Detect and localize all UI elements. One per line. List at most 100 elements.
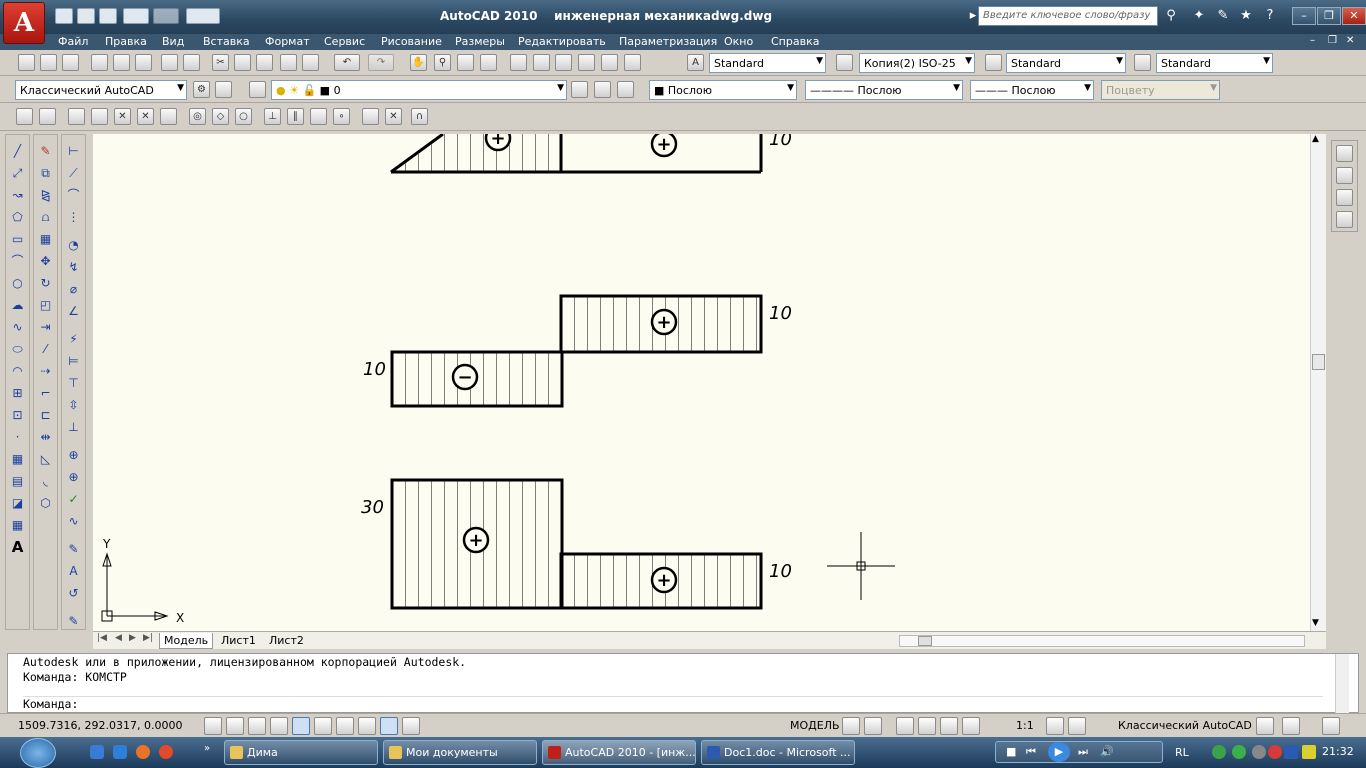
taskbar-item-dima[interactable]: Дима: [224, 740, 378, 765]
radius-dim-icon[interactable]: ◔: [65, 237, 82, 254]
dim-space-icon[interactable]: ⇳: [65, 397, 82, 414]
taskbar-item-autocad[interactable]: AutoCAD 2010 - [инж...: [542, 740, 696, 765]
tab-sheet2[interactable]: Лист2: [265, 633, 308, 649]
bring-above-icon[interactable]: [1336, 189, 1353, 206]
menu-format[interactable]: Формат: [265, 35, 310, 48]
snap-none-icon[interactable]: ✕: [385, 108, 402, 125]
osnap-settings-icon[interactable]: ∩: [411, 108, 428, 125]
quicklaunch-more-icon[interactable]: »: [204, 743, 210, 754]
mirror-icon[interactable]: ⧎: [37, 187, 54, 204]
jogged-linear-icon[interactable]: ∿: [65, 513, 82, 530]
ellipse-arc-icon[interactable]: ◠: [9, 363, 26, 380]
arc-length-icon[interactable]: ⌒: [65, 187, 82, 204]
pan-icon[interactable]: [896, 717, 914, 735]
annotation-visibility-icon[interactable]: [1046, 717, 1064, 735]
redo-icon[interactable]: [153, 8, 179, 24]
baseline-dim-icon[interactable]: ⊨: [65, 353, 82, 370]
mleader-style-select[interactable]: Standard ▼: [1156, 53, 1273, 73]
zoom-realtime-icon[interactable]: ⚲: [434, 54, 451, 71]
aligned-dim-icon[interactable]: ⟋: [65, 165, 82, 182]
tab-sheet1[interactable]: Лист1: [217, 633, 260, 649]
rotate-icon[interactable]: ↻: [37, 275, 54, 292]
dynamic-input-icon[interactable]: [380, 717, 398, 735]
firefox-icon[interactable]: [136, 745, 150, 759]
snap-nearest-icon[interactable]: [362, 108, 379, 125]
copy-icon[interactable]: [234, 54, 251, 71]
dim-style-icon[interactable]: [836, 54, 853, 71]
chamfer-icon[interactable]: ◺: [37, 451, 54, 468]
ordinate-dim-icon[interactable]: ⋮: [65, 209, 82, 226]
object-snap-icon[interactable]: [314, 717, 332, 735]
taskbar-item-documents[interactable]: Мои документы: [383, 740, 537, 765]
restore-button[interactable]: ❐: [1317, 7, 1341, 25]
rectangle-icon[interactable]: ▭: [9, 231, 26, 248]
command-scrollbar[interactable]: [1335, 654, 1349, 714]
command-prompt[interactable]: Команда:: [23, 696, 1323, 711]
linear-dim-icon[interactable]: ⊢: [65, 143, 82, 160]
model-space-toggle[interactable]: МОДЕЛЬ: [790, 719, 840, 732]
start-button[interactable]: [20, 738, 56, 768]
save-icon[interactable]: [99, 8, 117, 24]
sheet-set-icon[interactable]: [578, 54, 595, 71]
zoom-window-icon[interactable]: [457, 54, 474, 71]
dim-update-icon[interactable]: ↺: [65, 585, 82, 602]
text-style-icon[interactable]: A: [687, 54, 704, 71]
grid-display-icon[interactable]: [248, 717, 266, 735]
qnew-icon[interactable]: [18, 54, 35, 71]
tray-icon[interactable]: [1252, 745, 1266, 759]
snap-perpendicular-icon[interactable]: ⊥: [264, 108, 281, 125]
fillet-icon[interactable]: ◟: [37, 473, 54, 490]
match-properties-icon[interactable]: [280, 54, 297, 71]
volume-icon[interactable]: 🔊: [1100, 745, 1114, 758]
zoom-previous-icon[interactable]: [480, 54, 497, 71]
scale-icon[interactable]: ◰: [37, 297, 54, 314]
toolbar-lock-icon[interactable]: [1256, 717, 1274, 735]
block-editor-icon[interactable]: [302, 54, 319, 71]
workspace-switch[interactable]: Классический AutoCAD: [1118, 719, 1252, 732]
bring-to-front-icon[interactable]: [1336, 145, 1353, 162]
snap-endpoint-icon[interactable]: [68, 108, 85, 125]
calculator-icon[interactable]: [624, 54, 641, 71]
table-style-select[interactable]: Standard ▼: [1006, 53, 1126, 73]
workspace-settings-icon[interactable]: ⚙: [193, 81, 210, 98]
snap-from-icon[interactable]: [39, 108, 56, 125]
menu-dimension[interactable]: Размеры: [455, 35, 505, 48]
spline-icon[interactable]: ∿: [9, 319, 26, 336]
arc-icon[interactable]: ⌒: [9, 253, 26, 270]
line-icon[interactable]: ╱: [9, 143, 26, 160]
minimize-button[interactable]: –: [1292, 7, 1316, 25]
pan-icon[interactable]: ✋: [410, 54, 427, 71]
stop-icon[interactable]: ■: [1006, 745, 1016, 758]
stretch-icon[interactable]: ⇥: [37, 319, 54, 336]
search-input[interactable]: Введите ключевое слово/фразу: [978, 6, 1158, 26]
tab-nav-last-icon[interactable]: ▶|: [143, 633, 153, 643]
text-style-select[interactable]: Standard ▼: [709, 53, 826, 73]
tool-palettes-icon[interactable]: [555, 54, 572, 71]
next-icon[interactable]: ⏭: [1078, 745, 1088, 759]
menu-window[interactable]: Окно: [724, 35, 753, 48]
new-icon[interactable]: [55, 8, 73, 24]
dim-style-icon[interactable]: ✎: [65, 613, 82, 630]
polyline-icon[interactable]: ↝: [9, 187, 26, 204]
break-icon[interactable]: ⊏: [37, 407, 54, 424]
favorites-star-icon[interactable]: ★: [1237, 7, 1255, 25]
mleader-style-icon[interactable]: [1134, 54, 1151, 71]
command-line[interactable]: Autodesk или в приложении, лицензированн…: [7, 653, 1359, 714]
markup-icon[interactable]: [601, 54, 618, 71]
hardware-acceleration-icon[interactable]: [1282, 717, 1300, 735]
menu-edit[interactable]: Правка: [105, 35, 147, 48]
snap-mode-icon[interactable]: [226, 717, 244, 735]
communication-icon[interactable]: ✎: [1214, 7, 1232, 25]
table-icon[interactable]: ▦: [9, 517, 26, 534]
menu-help[interactable]: Справка: [771, 35, 819, 48]
layer-select[interactable]: ● ☀ 🔓 ■ 0 ▼: [271, 80, 567, 100]
scroll-down-icon[interactable]: ▼: [1312, 618, 1319, 628]
cut-icon[interactable]: ✂: [212, 54, 229, 71]
dynamic-ucs-icon[interactable]: [358, 717, 376, 735]
copy-object-icon[interactable]: ⧉: [37, 165, 54, 182]
application-menu-button[interactable]: A: [3, 2, 45, 44]
tab-nav-prev-icon[interactable]: ◀: [115, 633, 122, 643]
send-under-icon[interactable]: [1336, 211, 1353, 228]
join-icon[interactable]: ⇹: [37, 429, 54, 446]
inspection-icon[interactable]: ✓: [65, 491, 82, 508]
